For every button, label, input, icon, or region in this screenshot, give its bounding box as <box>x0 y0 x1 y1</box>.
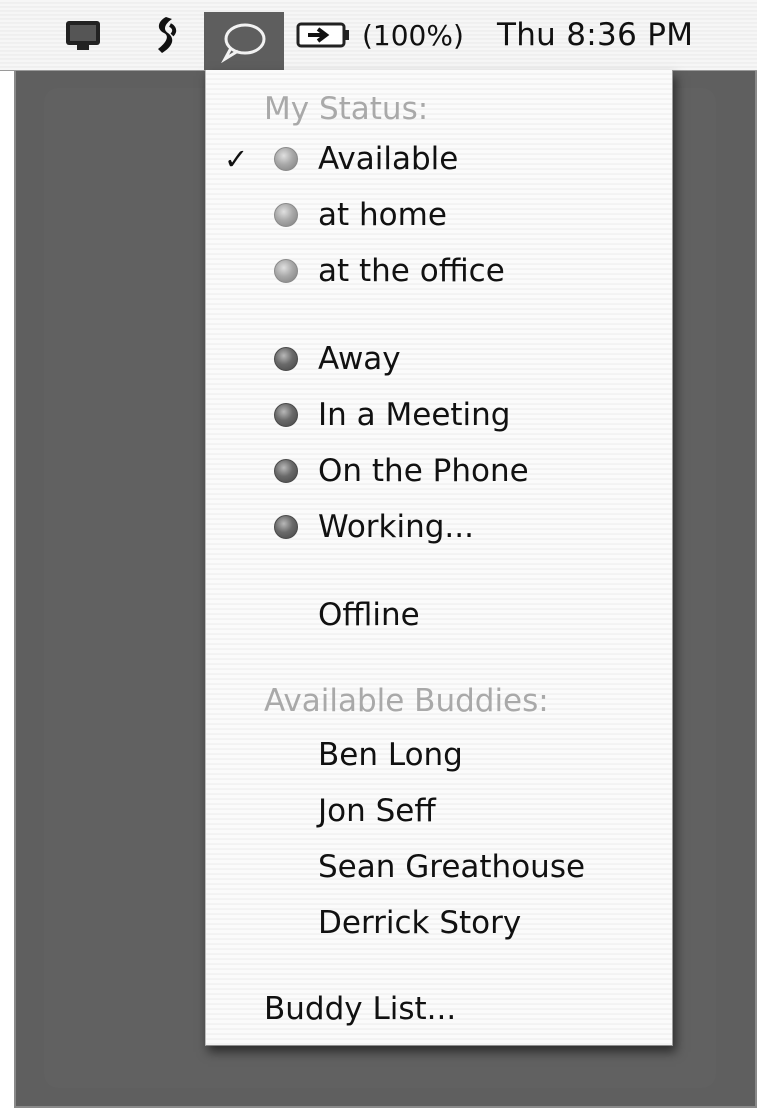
away-status-dot-icon <box>274 459 298 483</box>
my-status-header-label: My Status: <box>264 91 429 127</box>
status-item-in-a-meeting[interactable]: In a Meeting <box>206 392 672 438</box>
ichat-speech-bubble-icon <box>221 23 266 63</box>
status-item-label: Offline <box>318 597 420 633</box>
status-item-label: Working... <box>318 509 474 545</box>
checkmark-icon: ✓ <box>224 142 249 176</box>
buddy-name: Ben Long <box>318 737 463 773</box>
buddy-item-ben-long[interactable]: Ben Long <box>206 732 672 778</box>
my-status-header: My Status: <box>206 86 672 132</box>
script-icon[interactable] <box>142 12 188 58</box>
buddy-item-jon-seff[interactable]: Jon Seff <box>206 788 672 834</box>
available-buddies-header-label: Available Buddies: <box>264 683 549 719</box>
available-buddies-header: Available Buddies: <box>206 678 672 724</box>
status-item-label: Available <box>318 141 459 177</box>
status-item-away[interactable]: Away <box>206 336 672 382</box>
away-status-dot-icon <box>274 347 298 371</box>
status-item-offline[interactable]: Offline <box>206 592 672 638</box>
menu-bar: (100%) Thu 8:36 PM <box>0 0 757 71</box>
status-item-label: Away <box>318 341 401 377</box>
status-item-label: On the Phone <box>318 453 529 489</box>
buddy-item-sean-greathouse[interactable]: Sean Greathouse <box>206 844 672 890</box>
buddy-list-menu-item[interactable]: Buddy List... <box>206 986 672 1032</box>
away-status-dot-icon <box>274 403 298 427</box>
buddy-name: Sean Greathouse <box>318 849 586 885</box>
status-item-label: at home <box>318 197 447 233</box>
ichat-status-menu: My Status: ✓ Available at home at the of… <box>205 70 673 1046</box>
buddy-name: Derrick Story <box>318 905 522 941</box>
buddy-list-label: Buddy List... <box>264 991 457 1027</box>
status-item-at-home[interactable]: at home <box>206 192 672 238</box>
display-icon[interactable] <box>60 12 106 58</box>
menubar-clock[interactable]: Thu 8:36 PM <box>497 12 693 58</box>
available-status-dot-icon <box>274 259 298 283</box>
buddy-name: Jon Seff <box>318 793 436 829</box>
status-item-working[interactable]: Working... <box>206 504 672 550</box>
available-status-dot-icon <box>274 147 298 171</box>
buddy-item-derrick-story[interactable]: Derrick Story <box>206 900 672 946</box>
away-status-dot-icon <box>274 515 298 539</box>
battery-percentage: (100%) <box>362 18 464 52</box>
status-item-label: at the office <box>318 253 505 289</box>
status-item-label: In a Meeting <box>318 397 511 433</box>
ichat-menu-button[interactable] <box>204 12 284 70</box>
available-status-dot-icon <box>274 203 298 227</box>
status-item-available[interactable]: ✓ Available <box>206 136 672 182</box>
status-item-on-the-phone[interactable]: On the Phone <box>206 448 672 494</box>
status-item-at-the-office[interactable]: at the office <box>206 248 672 294</box>
battery-plug-icon[interactable] <box>294 12 354 58</box>
